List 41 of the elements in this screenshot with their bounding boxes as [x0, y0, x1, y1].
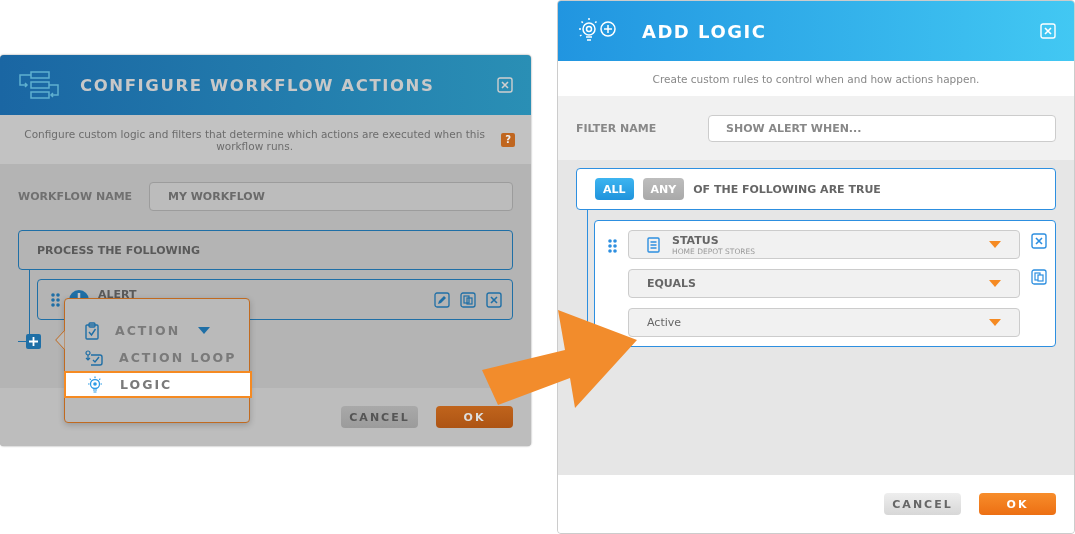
- copy-button[interactable]: [1031, 269, 1047, 285]
- caret-icon: [989, 319, 1001, 326]
- operator-dropdown[interactable]: EQUALS: [628, 269, 1020, 298]
- caret-icon: [989, 280, 1001, 287]
- process-group-header: PROCESS THE FOLLOWING: [18, 230, 513, 270]
- copy-button[interactable]: [460, 291, 476, 308]
- filter-name-field[interactable]: SHOW ALERT WHEN...: [708, 114, 1056, 142]
- delete-button[interactable]: [1031, 233, 1047, 249]
- help-badge[interactable]: ?: [501, 132, 515, 147]
- value-dropdown[interactable]: Active: [628, 308, 1020, 337]
- match-mode-toggle[interactable]: ALL: [595, 178, 634, 200]
- dialog-description: Create custom rules to control when and how actions happen.: [652, 72, 980, 85]
- drag-handle-icon[interactable]: [608, 239, 617, 253]
- drag-handle-icon[interactable]: [51, 292, 60, 307]
- add-button[interactable]: [26, 334, 41, 349]
- delete-button[interactable]: [486, 291, 502, 308]
- field-name: STATUS: [672, 233, 720, 247]
- menu-item[interactable]: ACTION: [64, 317, 252, 344]
- field-label: FILTER NAME: [576, 121, 658, 135]
- clipboard-check-icon: [85, 321, 99, 340]
- dialog-title: ADD LOGIC: [642, 20, 768, 42]
- dialog-title: CONFIGURE WORKFLOW ACTIONS: [80, 75, 436, 95]
- group-label: OF THE FOLLOWING ARE TRUE: [693, 182, 881, 196]
- lightbulb-icon: [86, 375, 104, 394]
- loop-check-icon: [85, 349, 103, 366]
- field-label: WORKFLOW NAME: [18, 190, 134, 203]
- close-button[interactable]: [497, 77, 513, 93]
- action-label: ALERT: [98, 288, 138, 301]
- cancel-button[interactable]: CANCEL: [341, 406, 418, 428]
- dialog-description: Configure custom logic and filters that determine which actions are executed when this workflow runs.: [23, 127, 486, 152]
- flowchart-icon: [18, 70, 60, 100]
- menu-item[interactable]: LOGIC: [64, 371, 252, 398]
- workflow-name-field[interactable]: MY WORKFLOW: [149, 182, 513, 211]
- match-mode-toggle[interactable]: ANY: [642, 178, 685, 200]
- ok-button[interactable]: OK: [979, 493, 1056, 515]
- cancel-button[interactable]: CANCEL: [884, 493, 961, 515]
- document-icon: [647, 236, 660, 253]
- menu-item[interactable]: ACTION LOOP: [64, 344, 252, 371]
- caret-icon: [989, 241, 1001, 248]
- ok-button[interactable]: OK: [436, 406, 513, 428]
- edit-button[interactable]: [434, 291, 450, 308]
